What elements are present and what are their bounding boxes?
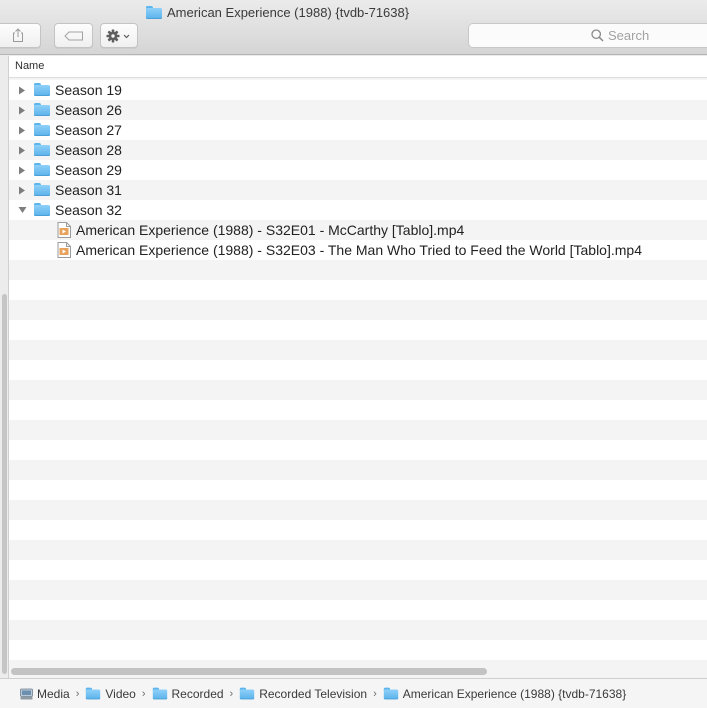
video-file-icon (57, 222, 71, 238)
list-item-folder[interactable]: Season 31 (9, 180, 707, 200)
gear-icon (106, 29, 130, 42)
folder-icon (34, 83, 50, 96)
window-toolbar: American Experience (1988) {tvdb-71638} (0, 0, 707, 55)
folder-name: Season 27 (55, 122, 122, 138)
video-file-icon (57, 242, 71, 258)
file-name: American Experience (1988) - S32E01 - Mc… (76, 222, 465, 238)
disclosure-triangle-open-icon[interactable] (17, 205, 27, 215)
folder-icon (34, 203, 50, 216)
list-item-file[interactable]: American Experience (1988) - S32E03 - Th… (9, 240, 707, 260)
folder-icon (86, 687, 101, 700)
folder-name: Season 19 (55, 82, 122, 98)
action-menu-button[interactable] (100, 23, 138, 48)
search-input[interactable] (608, 28, 688, 43)
path-crumb-label: Media (37, 686, 70, 701)
disclosure-triangle-icon[interactable] (17, 105, 27, 115)
path-bar: Media › Video › Recorded › Recorded Tele… (0, 678, 707, 708)
list-item-folder[interactable]: Season 28 (9, 140, 707, 160)
folder-icon (34, 103, 50, 116)
folder-name: Season 32 (55, 202, 122, 218)
path-separator-icon: › (75, 687, 80, 700)
window-title-text: American Experience (1988) {tvdb-71638} (167, 4, 410, 20)
disclosure-triangle-icon[interactable] (17, 125, 27, 135)
file-name: American Experience (1988) - S32E03 - Th… (76, 242, 642, 258)
folder-icon (34, 183, 50, 196)
file-list-view: Name Season 19 Season 26 Season 27 Seaso… (0, 56, 707, 678)
folder-icon (383, 687, 398, 700)
folder-name: Season 26 (55, 102, 122, 118)
disclosure-triangle-icon[interactable] (17, 145, 27, 155)
tag-icon (63, 31, 83, 40)
path-crumb-current-folder[interactable]: American Experience (1988) {tvdb-71638} (383, 687, 626, 701)
folder-name: Season 28 (55, 142, 122, 158)
list-item-folder[interactable]: Season 29 (9, 160, 707, 180)
path-separator-icon: › (229, 687, 234, 700)
column-header-name[interactable]: Name (9, 56, 707, 78)
horizontal-scrollbar[interactable] (11, 668, 487, 675)
path-crumb-label: Recorded (171, 686, 224, 701)
share-icon (12, 28, 23, 42)
sidebar-edge (0, 56, 9, 678)
vertical-scrollbar[interactable] (2, 294, 7, 674)
path-separator-icon: › (373, 687, 377, 700)
file-rows: Season 19 Season 26 Season 27 Season 28 (9, 78, 707, 678)
window-title: American Experience (1988) {tvdb-71638} (146, 3, 409, 21)
folder-icon (34, 163, 50, 176)
folder-icon (152, 687, 167, 700)
path-crumb-media[interactable]: Media (20, 687, 70, 701)
folder-icon (240, 687, 255, 700)
search-icon (591, 29, 604, 42)
disclosure-triangle-icon[interactable] (17, 165, 27, 175)
path-crumb-recorded-television[interactable]: Recorded Television (239, 687, 367, 701)
list-item-folder-expanded[interactable]: Season 32 (9, 200, 707, 220)
path-crumb-recorded[interactable]: Recorded (152, 687, 224, 701)
share-button[interactable] (0, 23, 41, 48)
folder-name: Season 29 (55, 162, 122, 178)
list-item-folder[interactable]: Season 19 (9, 80, 707, 100)
disclosure-triangle-icon[interactable] (17, 185, 27, 195)
path-separator-icon: › (141, 687, 146, 700)
folder-icon (34, 123, 50, 136)
path-crumb-label: Video (105, 686, 136, 701)
folder-name: Season 31 (55, 182, 122, 198)
list-item-file[interactable]: American Experience (1988) - S32E01 - Mc… (9, 220, 707, 240)
search-field[interactable] (468, 23, 707, 48)
column-header-label: Name (15, 60, 45, 72)
path-crumb-label: American Experience (1988) {tvdb-71638} (402, 686, 627, 701)
folder-icon (146, 5, 162, 19)
path-crumb-video[interactable]: Video (85, 686, 136, 701)
drive-icon (20, 688, 33, 699)
edit-tags-button[interactable] (54, 23, 93, 48)
list-item-folder[interactable]: Season 27 (9, 120, 707, 140)
path-crumb-label: Recorded Television (259, 686, 368, 701)
list-item-folder[interactable]: Season 26 (9, 100, 707, 120)
disclosure-triangle-icon[interactable] (17, 85, 27, 95)
folder-icon (34, 143, 50, 156)
